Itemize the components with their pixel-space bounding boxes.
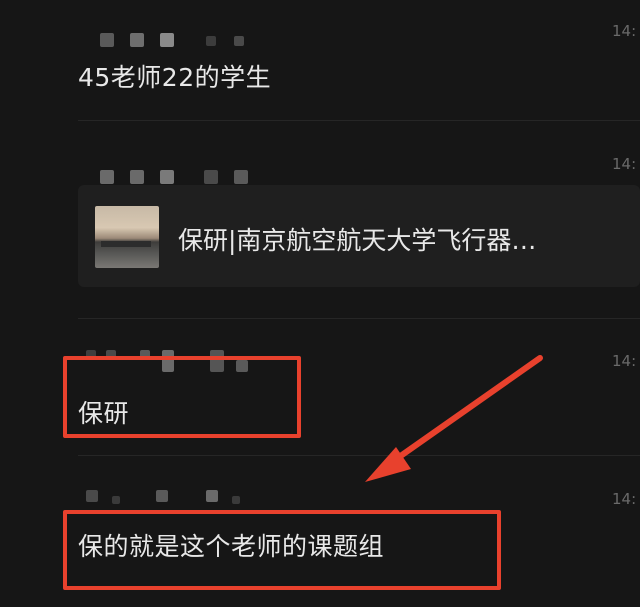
annotation-arrow — [365, 355, 543, 482]
